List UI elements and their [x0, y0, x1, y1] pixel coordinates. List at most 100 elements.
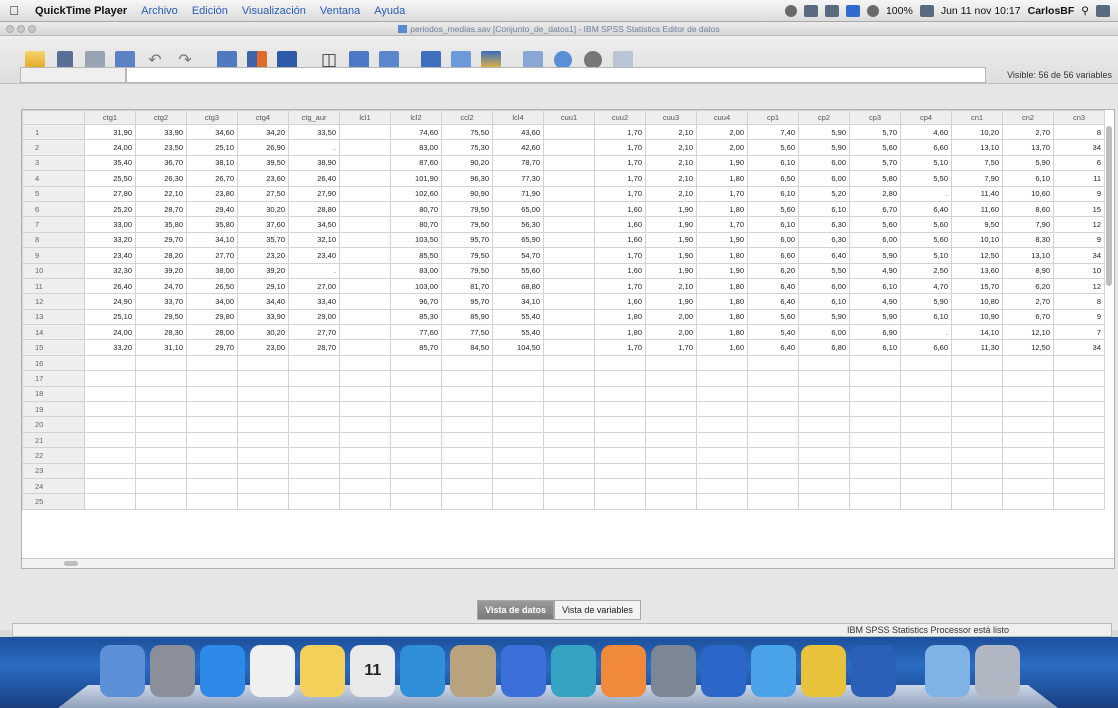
table-cell[interactable]: 1,70 — [594, 277, 646, 295]
table-cell[interactable]: 68,80 — [492, 277, 544, 295]
table-cell[interactable] — [339, 247, 391, 264]
itunes-icon[interactable] — [500, 645, 546, 697]
table-cell[interactable]: 8 — [1053, 293, 1105, 310]
table-cell[interactable]: 1,80 — [696, 170, 748, 187]
table-cell[interactable] — [594, 447, 646, 464]
volume-icon[interactable] — [866, 4, 879, 17]
table-cell[interactable] — [798, 431, 850, 449]
table-cell[interactable] — [237, 385, 289, 403]
table-cell[interactable]: 5,90 — [1002, 154, 1054, 172]
table-cell[interactable] — [594, 493, 646, 510]
table-cell[interactable]: 1,60 — [594, 231, 646, 249]
table-cell[interactable] — [747, 477, 799, 495]
table-cell[interactable]: 5,60 — [747, 200, 799, 218]
table-cell[interactable]: 2,00 — [645, 324, 697, 341]
table-cell[interactable]: 9,50 — [951, 216, 1003, 233]
table-cell[interactable]: 1,90 — [645, 293, 697, 310]
table-cell[interactable] — [492, 385, 544, 403]
table-cell[interactable] — [594, 477, 646, 495]
table-cell[interactable]: 23,20 — [237, 247, 289, 264]
table-cell[interactable]: 37,60 — [237, 216, 289, 233]
grid-corner[interactable] — [22, 110, 85, 125]
table-cell[interactable] — [696, 401, 748, 418]
table-cell[interactable] — [696, 462, 748, 479]
system-preferences-icon[interactable] — [650, 645, 696, 697]
table-cell[interactable]: 26,30 — [135, 170, 187, 187]
row-number[interactable]: 17 — [22, 370, 85, 387]
table-cell[interactable] — [543, 293, 595, 310]
table-cell[interactable]: 5,60 — [747, 308, 799, 326]
table-cell[interactable] — [492, 493, 544, 510]
table-cell[interactable]: 1,70 — [594, 139, 646, 156]
column-header-cuu2[interactable]: cuu2 — [594, 110, 646, 125]
table-cell[interactable] — [339, 431, 391, 449]
table-cell[interactable] — [696, 431, 748, 449]
table-cell[interactable] — [1002, 493, 1054, 510]
table-cell[interactable]: 1,90 — [645, 262, 697, 279]
table-cell[interactable] — [339, 477, 391, 495]
table-cell[interactable]: 2,50 — [900, 262, 952, 279]
table-cell[interactable] — [339, 170, 391, 187]
table-cell[interactable]: 1,70 — [645, 339, 697, 356]
table-cell[interactable] — [696, 447, 748, 464]
wifi-icon[interactable] — [845, 4, 860, 17]
table-cell[interactable] — [849, 462, 901, 479]
table-cell[interactable] — [696, 493, 748, 510]
table-cell[interactable]: 32,30 — [84, 262, 136, 279]
table-cell[interactable]: 29,50 — [135, 308, 187, 326]
table-cell[interactable] — [492, 447, 544, 464]
table-cell[interactable] — [696, 370, 748, 387]
table-cell[interactable] — [696, 385, 748, 403]
display-icon[interactable] — [824, 4, 839, 17]
table-cell[interactable]: 35,80 — [186, 216, 238, 233]
table-cell[interactable] — [339, 262, 391, 279]
table-cell[interactable]: 26,40 — [84, 277, 136, 295]
table-cell[interactable]: . — [288, 262, 340, 279]
table-cell[interactable]: 23,80 — [186, 185, 238, 202]
row-number[interactable]: 22 — [22, 447, 85, 464]
table-cell[interactable] — [951, 462, 1003, 479]
table-cell[interactable] — [441, 477, 493, 495]
table-cell[interactable]: 1,70 — [594, 339, 646, 356]
table-cell[interactable] — [237, 462, 289, 479]
table-cell[interactable] — [84, 462, 136, 479]
table-cell[interactable] — [594, 416, 646, 433]
table-cell[interactable] — [186, 431, 238, 449]
table-cell[interactable] — [186, 370, 238, 387]
table-cell[interactable] — [543, 185, 595, 202]
table-cell[interactable]: 34,40 — [237, 293, 289, 310]
table-cell[interactable] — [288, 401, 340, 418]
table-cell[interactable]: 34 — [1053, 247, 1105, 264]
table-cell[interactable]: 6,20 — [747, 262, 799, 279]
table-cell[interactable] — [441, 447, 493, 464]
table-cell[interactable] — [951, 447, 1003, 464]
table-cell[interactable] — [543, 170, 595, 187]
table-cell[interactable]: 13,60 — [951, 262, 1003, 279]
table-cell[interactable] — [543, 431, 595, 449]
column-header-ctg_aur[interactable]: ctg_aur — [288, 110, 340, 125]
table-cell[interactable] — [390, 447, 442, 464]
table-cell[interactable] — [645, 385, 697, 403]
table-cell[interactable]: 23,00 — [237, 339, 289, 356]
row-number[interactable]: 7 — [22, 216, 85, 233]
table-cell[interactable]: 10 — [1053, 262, 1105, 279]
column-header-cn1[interactable]: cn1 — [951, 110, 1003, 125]
table-cell[interactable] — [339, 401, 391, 418]
table-cell[interactable] — [84, 431, 136, 449]
table-cell[interactable]: 1,70 — [696, 185, 748, 202]
table-cell[interactable] — [951, 370, 1003, 387]
row-number[interactable]: 20 — [22, 416, 85, 433]
table-cell[interactable] — [798, 462, 850, 479]
table-cell[interactable] — [900, 462, 952, 479]
table-cell[interactable] — [951, 477, 1003, 495]
column-header-ctg1[interactable]: ctg1 — [84, 110, 136, 125]
table-cell[interactable]: 56,30 — [492, 216, 544, 233]
table-cell[interactable] — [339, 370, 391, 387]
table-cell[interactable] — [645, 401, 697, 418]
table-cell[interactable]: 5,50 — [798, 262, 850, 279]
close-window-button[interactable] — [6, 24, 14, 33]
table-cell[interactable]: 1,80 — [696, 277, 748, 295]
table-cell[interactable]: 8,60 — [1002, 200, 1054, 218]
table-cell[interactable]: 84,50 — [441, 339, 493, 356]
table-cell[interactable] — [849, 385, 901, 403]
